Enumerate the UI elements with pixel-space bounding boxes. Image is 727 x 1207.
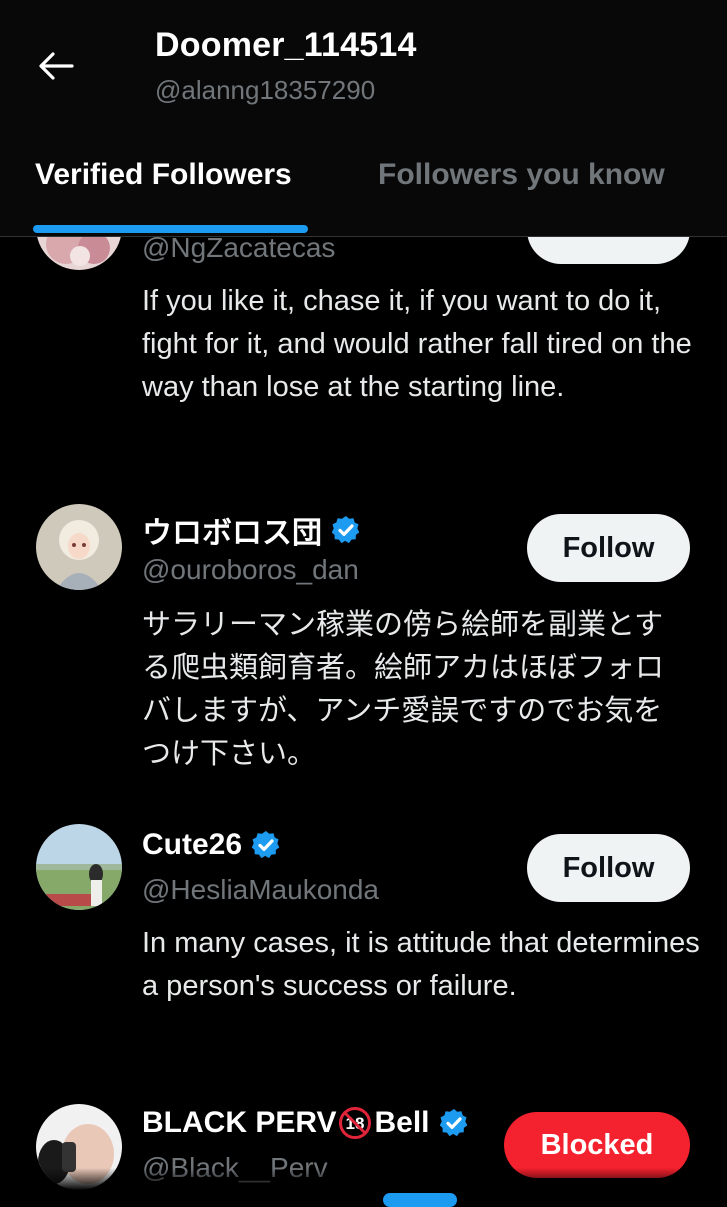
- tab-verified-followers[interactable]: Verified Followers: [35, 158, 292, 192]
- user-name-text-2: Bell: [374, 1106, 430, 1139]
- page-title: Doomer_114514: [155, 26, 417, 64]
- user-bio: In many cases, it is attitude that deter…: [142, 927, 700, 1002]
- user-name[interactable]: Cute26: [142, 828, 282, 862]
- user-handle: @HesliaMaukonda: [142, 874, 379, 905]
- user-name-text: ウロボロス団: [142, 517, 322, 550]
- back-button[interactable]: [26, 40, 86, 92]
- follow-button[interactable]: Follow: [527, 834, 690, 902]
- tab-followers-you-know[interactable]: Followers you know: [378, 158, 665, 192]
- follow-button[interactable]: Follow: [527, 514, 690, 582]
- page-subtitle-handle: @alanng18357290: [155, 75, 376, 105]
- user-handle: @ouroboros_dan: [142, 554, 359, 585]
- bottom-fade: [0, 1168, 727, 1200]
- verified-badge-icon: [250, 829, 282, 861]
- scroll-to-top-pill[interactable]: [383, 1193, 457, 1207]
- avatar[interactable]: [36, 504, 122, 590]
- user-bio: サラリーマン稼業の傍ら絵師を副業とする爬虫類飼育者。絵師アカはほぼフォロバします…: [142, 609, 665, 770]
- user-name[interactable]: ウロボロス団: [142, 508, 362, 552]
- user-name-text: Cute26: [142, 828, 243, 861]
- active-tab-indicator: [33, 225, 308, 233]
- user-name-text: BLACK PERV: [142, 1106, 337, 1139]
- no-under-18-icon: 18: [338, 1106, 372, 1140]
- verified-badge-icon: [330, 514, 362, 546]
- arrow-left-icon: [39, 52, 74, 80]
- verified-badge-icon: [438, 1107, 470, 1139]
- user-bio: If you like it, chase it, if you want to…: [142, 285, 692, 403]
- app-header: Doomer_114514 @alanng18357290 Verified F…: [0, 0, 727, 237]
- user-name[interactable]: BLACK PERV 18 Bell: [142, 1106, 470, 1140]
- avatar[interactable]: [36, 824, 122, 910]
